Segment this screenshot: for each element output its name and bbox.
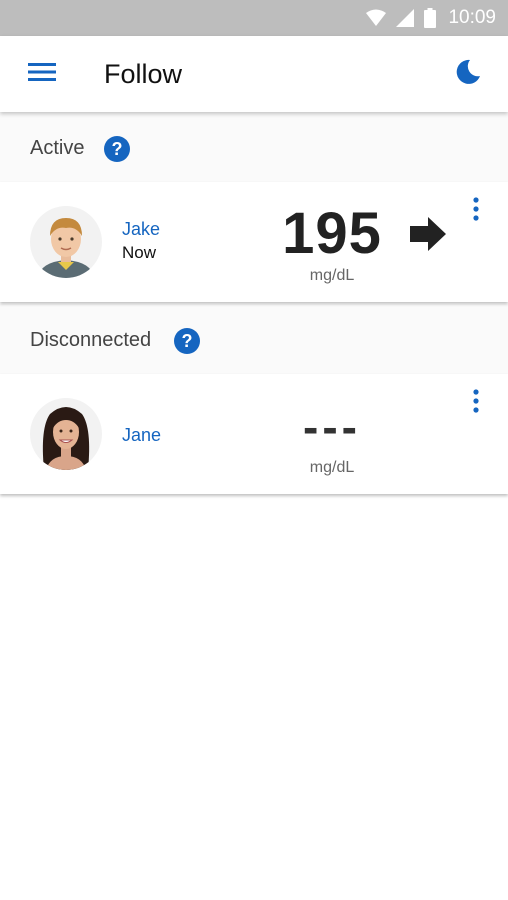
- more-options-button[interactable]: [464, 194, 488, 228]
- glucose-unit: mg/dL: [309, 267, 355, 284]
- more-options-button[interactable]: [464, 386, 488, 420]
- svg-text:?: ?: [112, 139, 123, 159]
- hamburger-menu-icon: [28, 62, 56, 87]
- follower-card-jane[interactable]: Jane --- mg/dL: [0, 374, 508, 494]
- app-bar: Follow: [0, 36, 508, 112]
- status-icons: 10:09: [366, 0, 496, 36]
- glucose-unit: mg/dL: [309, 459, 355, 476]
- arrow-right-icon: [408, 216, 448, 252]
- glucose-value: 195: [282, 201, 382, 266]
- more-vertical-icon: [473, 388, 479, 418]
- battery-icon: [424, 8, 437, 28]
- avatar: [30, 398, 102, 470]
- more-vertical-icon: [473, 196, 479, 226]
- menu-button[interactable]: [24, 58, 60, 90]
- svg-text:?: ?: [182, 331, 193, 351]
- avatar: [30, 206, 102, 278]
- section-label-active: Active: [30, 137, 85, 159]
- follower-name[interactable]: Jane: [122, 424, 161, 446]
- last-reading-time: Now: [122, 243, 157, 262]
- follow-list: Active ? Jake Now 195 mg/dL Disconnected…: [0, 112, 508, 900]
- night-mode-button[interactable]: [452, 58, 484, 90]
- section-header-disconnected: Disconnected ?: [0, 304, 508, 374]
- section-label-disconnected: Disconnected: [30, 329, 152, 351]
- help-circle-icon[interactable]: ?: [174, 328, 200, 354]
- moon-icon: [455, 59, 481, 90]
- help-circle-icon[interactable]: ?: [104, 136, 130, 162]
- section-header-active: Active ?: [0, 112, 508, 182]
- cell-signal-icon: [396, 9, 415, 27]
- status-bar: 10:09: [0, 0, 508, 36]
- glucose-value: ---: [303, 401, 361, 453]
- page-title: Follow: [104, 59, 183, 89]
- follower-name[interactable]: Jake: [122, 218, 160, 240]
- status-time: 10:09: [448, 7, 496, 28]
- follower-card-jake[interactable]: Jake Now 195 mg/dL: [0, 182, 508, 302]
- wifi-icon: [366, 9, 387, 27]
